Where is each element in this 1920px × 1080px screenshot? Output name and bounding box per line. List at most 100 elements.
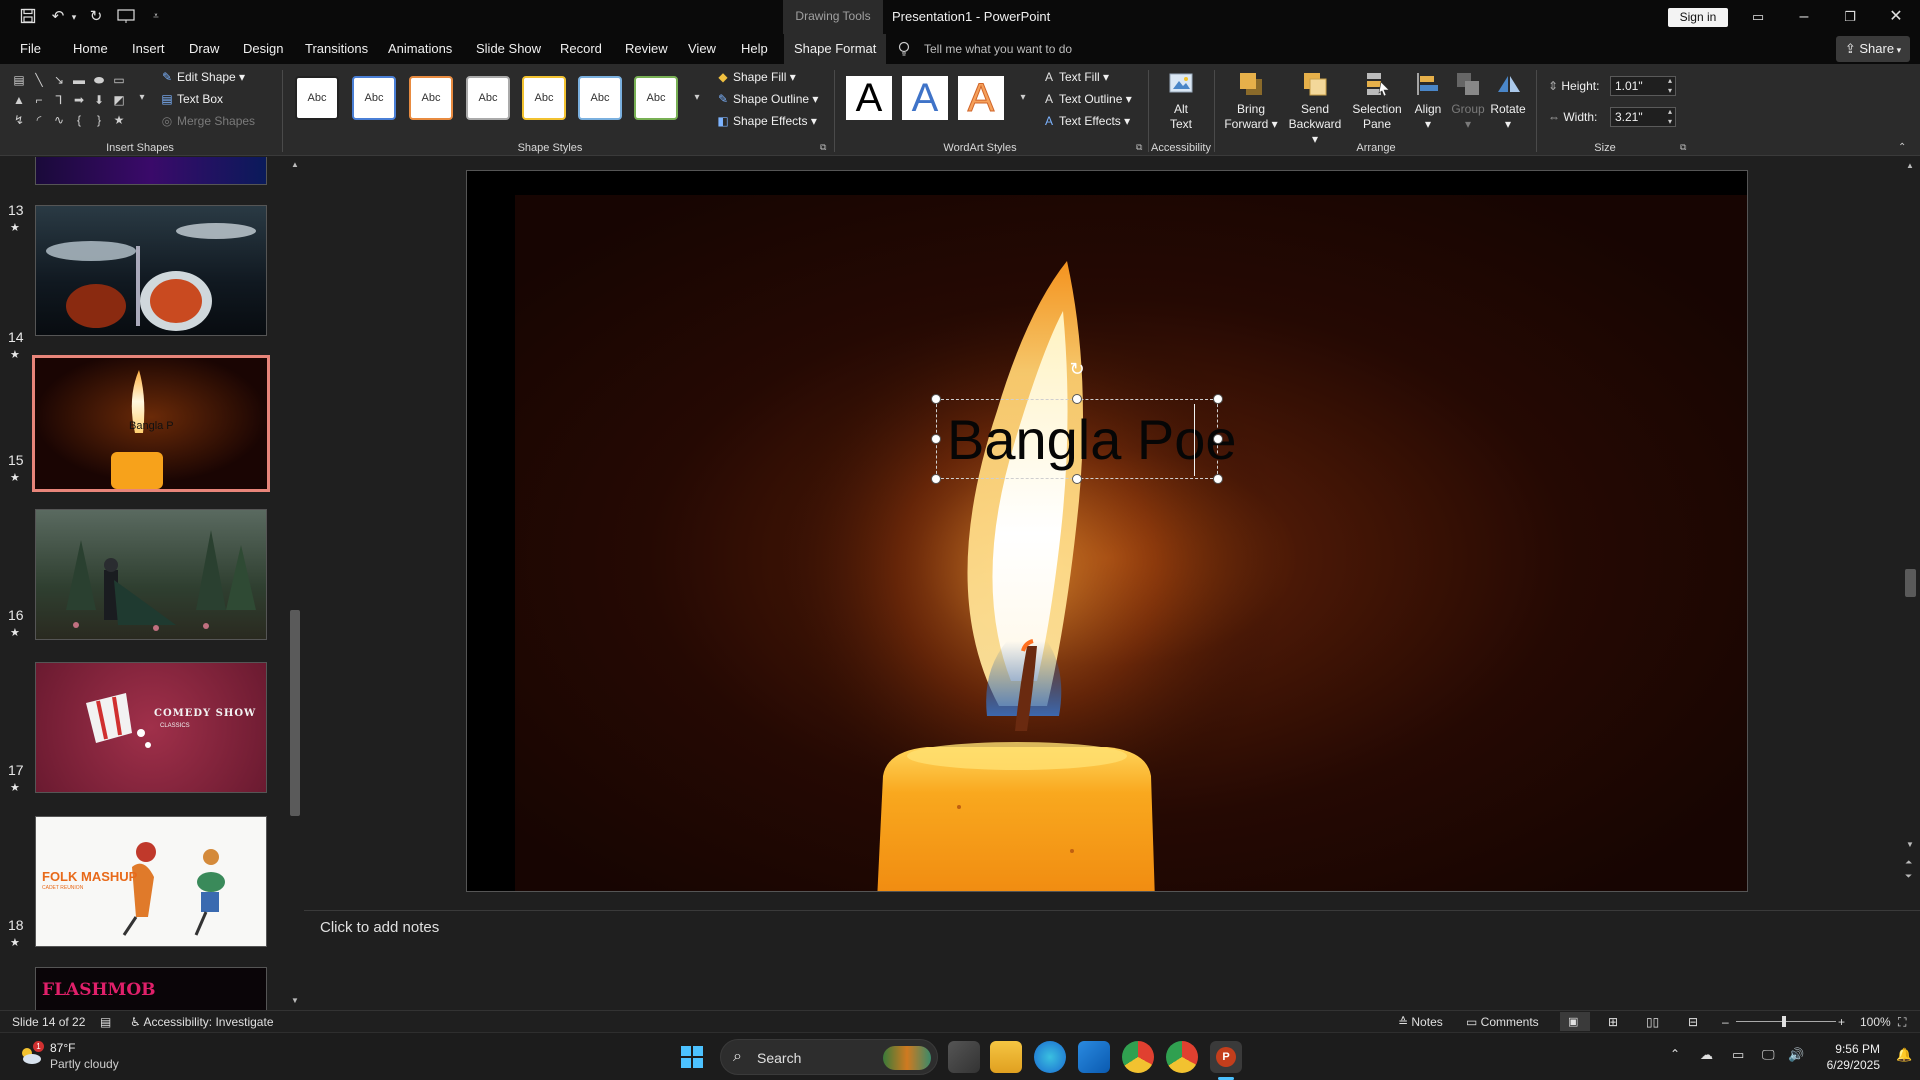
chrome-profile-icon[interactable]: [1166, 1041, 1198, 1073]
shape-style-preset-4[interactable]: Abc: [466, 76, 510, 120]
shape-fill-button[interactable]: ◆ Shape Fill ▾: [716, 70, 795, 84]
file-explorer-icon[interactable]: [990, 1041, 1022, 1073]
clock-time[interactable]: 9:56 PM: [1818, 1042, 1880, 1056]
resize-handle-bottom-right[interactable]: [1213, 474, 1223, 484]
width-spinner[interactable]: ▴ ▾: [1668, 107, 1672, 127]
edit-shape-button[interactable]: ✎ Edit Shape ▾: [160, 70, 245, 84]
chrome-icon[interactable]: [1122, 1041, 1154, 1073]
tab-home[interactable]: Home: [73, 34, 108, 64]
connector-shape-icon[interactable]: ⌐: [30, 92, 48, 108]
undo-dropdown-icon[interactable]: ▾: [64, 8, 84, 26]
shape-styles-dialog-launcher-icon[interactable]: ⧉: [820, 142, 826, 153]
slide-thumbnail-15[interactable]: [35, 509, 267, 640]
right-arrow-shape-icon[interactable]: ➡: [70, 92, 88, 108]
tab-insert[interactable]: Insert: [132, 34, 165, 64]
shapes-gallery[interactable]: ▤ ╲ ↘ ▬ ⬬ ▭ ▲ ⌐ ⅂ ➡ ⬇ ◩ ↯ ◜ ∿ { } ★: [10, 72, 130, 136]
zoom-in-icon[interactable]: +: [1838, 1015, 1845, 1029]
rounded-rectangle-shape-icon[interactable]: ▭: [110, 72, 128, 88]
elbow-connector-icon[interactable]: ⅂: [50, 92, 68, 108]
resize-handle-top[interactable]: [1072, 394, 1082, 404]
bring-forward-button[interactable]: Bring Forward ▾: [1222, 70, 1280, 132]
shape-effects-button[interactable]: ◧ Shape Effects ▾: [716, 114, 817, 128]
arc-shape-icon[interactable]: ◜: [30, 112, 48, 128]
shape-style-preset-7[interactable]: Abc: [634, 76, 678, 120]
tab-shape-format[interactable]: Shape Format: [784, 34, 887, 64]
slide-thumbnail-pane[interactable]: 13 ★ 14 ★ Bangla P 15 ★ 16 ★ COMEDY SHOW…: [0, 157, 290, 1010]
selection-pane-button[interactable]: Selection Pane: [1350, 70, 1404, 132]
tab-design[interactable]: Design: [243, 34, 283, 64]
wordart-more-icon[interactable]: ▾: [1014, 90, 1032, 106]
tab-help[interactable]: Help: [741, 34, 768, 64]
down-arrow-shape-icon[interactable]: ⬇: [90, 92, 108, 108]
height-spinner[interactable]: ▴ ▾: [1668, 76, 1672, 96]
slide-thumbnail-12-partial[interactable]: [35, 157, 267, 185]
zoom-out-icon[interactable]: –: [1722, 1015, 1729, 1029]
share-button[interactable]: ⇪ Share ▾: [1836, 36, 1910, 62]
tab-animations[interactable]: Animations: [388, 34, 452, 64]
fit-to-window-icon[interactable]: ⛶: [1898, 1015, 1906, 1030]
reading-view-icon[interactable]: ▯▯: [1646, 1015, 1659, 1029]
zoom-slider-thumb[interactable]: [1782, 1016, 1786, 1027]
start-from-beginning-icon[interactable]: [116, 8, 136, 26]
close-icon[interactable]: ✕: [1876, 4, 1916, 30]
restore-icon[interactable]: ❐: [1830, 4, 1870, 30]
show-hidden-icons-icon[interactable]: ⌃: [1670, 1047, 1680, 1061]
ribbon-display-options-icon[interactable]: ▭: [1738, 4, 1778, 30]
shape-style-preset-6[interactable]: Abc: [578, 76, 622, 120]
tab-view[interactable]: View: [688, 34, 716, 64]
display-icon[interactable]: ▭: [1732, 1047, 1744, 1063]
notes-placeholder[interactable]: Click to add notes: [320, 919, 439, 936]
left-brace-shape-icon[interactable]: {: [70, 112, 88, 128]
height-input[interactable]: 1.01": [1610, 76, 1676, 96]
zoom-slider[interactable]: [1736, 1021, 1836, 1022]
send-backward-button[interactable]: Send Backward ▾: [1284, 70, 1346, 147]
selected-text-box[interactable]: Bangla Poe: [936, 399, 1237, 479]
shape-style-preset-1[interactable]: Abc: [295, 76, 339, 120]
shape-style-preset-3[interactable]: Abc: [409, 76, 453, 120]
text-outline-button[interactable]: A Text Outline ▾: [1042, 92, 1132, 106]
accessibility-status[interactable]: ♿ Accessibility: Investigate: [130, 1015, 274, 1029]
resize-handle-top-right[interactable]: [1213, 394, 1223, 404]
merge-shapes-button[interactable]: ◎ Merge Shapes: [160, 114, 255, 128]
text-box-shape-icon[interactable]: ▤: [10, 72, 28, 88]
sign-in-button[interactable]: Sign in: [1668, 8, 1728, 27]
save-icon[interactable]: [18, 8, 38, 26]
wordart-dialog-launcher-icon[interactable]: ⧉: [1136, 142, 1142, 153]
normal-view-button[interactable]: ▣: [1560, 1012, 1590, 1031]
collapse-ribbon-icon[interactable]: ⌃: [1898, 142, 1906, 153]
rotate-button[interactable]: Rotate ▾: [1488, 70, 1528, 132]
rectangle-shape-icon[interactable]: ▬: [70, 72, 88, 88]
weather-temperature[interactable]: 87°F: [50, 1041, 75, 1055]
text-effects-button[interactable]: A Text Effects ▾: [1042, 114, 1130, 128]
scroll-up-icon[interactable]: ▲: [1906, 161, 1914, 170]
volume-icon[interactable]: 🔊: [1788, 1047, 1804, 1063]
notification-bell-icon[interactable]: 🔔: [1896, 1047, 1912, 1063]
callout-shape-icon[interactable]: ◩: [110, 92, 128, 108]
slide-thumbnail-17[interactable]: FOLK MASHUP CADET REUNION: [35, 816, 267, 947]
freeform-shape-icon[interactable]: ↯: [10, 112, 28, 128]
resize-handle-bottom[interactable]: [1072, 474, 1082, 484]
arrow-line-shape-icon[interactable]: ↘: [50, 72, 68, 88]
edge-browser-icon[interactable]: [1034, 1041, 1066, 1073]
align-button[interactable]: Align ▾: [1408, 70, 1448, 132]
network-icon[interactable]: 🖵: [1762, 1047, 1775, 1063]
notes-toggle[interactable]: ≙ Notes: [1398, 1015, 1443, 1029]
scrollbar-thumb[interactable]: [290, 610, 300, 816]
wordart-preset-blue[interactable]: A: [902, 76, 948, 120]
taskbar-search-box[interactable]: ⌕ Search: [720, 1039, 938, 1075]
resize-handle-top-left[interactable]: [931, 394, 941, 404]
right-brace-shape-icon[interactable]: }: [90, 112, 108, 128]
scrollbar-thumb[interactable]: [1905, 569, 1916, 597]
width-input[interactable]: 3.21": [1610, 107, 1676, 127]
slide-thumbnail-14[interactable]: Bangla P: [32, 355, 270, 492]
scroll-down-icon[interactable]: ▼: [1906, 840, 1914, 849]
tab-file[interactable]: File: [20, 34, 41, 64]
customize-qat-icon[interactable]: ⩡: [146, 8, 166, 26]
resize-handle-bottom-left[interactable]: [931, 474, 941, 484]
tab-transitions[interactable]: Transitions: [305, 34, 368, 64]
slide-scrollbar[interactable]: ▲ ▼ ⏶ ⏷: [1902, 157, 1920, 909]
wordart-preset-orange[interactable]: A: [958, 76, 1004, 121]
oval-shape-icon[interactable]: ⬬: [90, 72, 108, 88]
rotate-handle-icon[interactable]: ↻: [1067, 359, 1087, 379]
spelling-check-icon[interactable]: ▤: [100, 1015, 111, 1029]
